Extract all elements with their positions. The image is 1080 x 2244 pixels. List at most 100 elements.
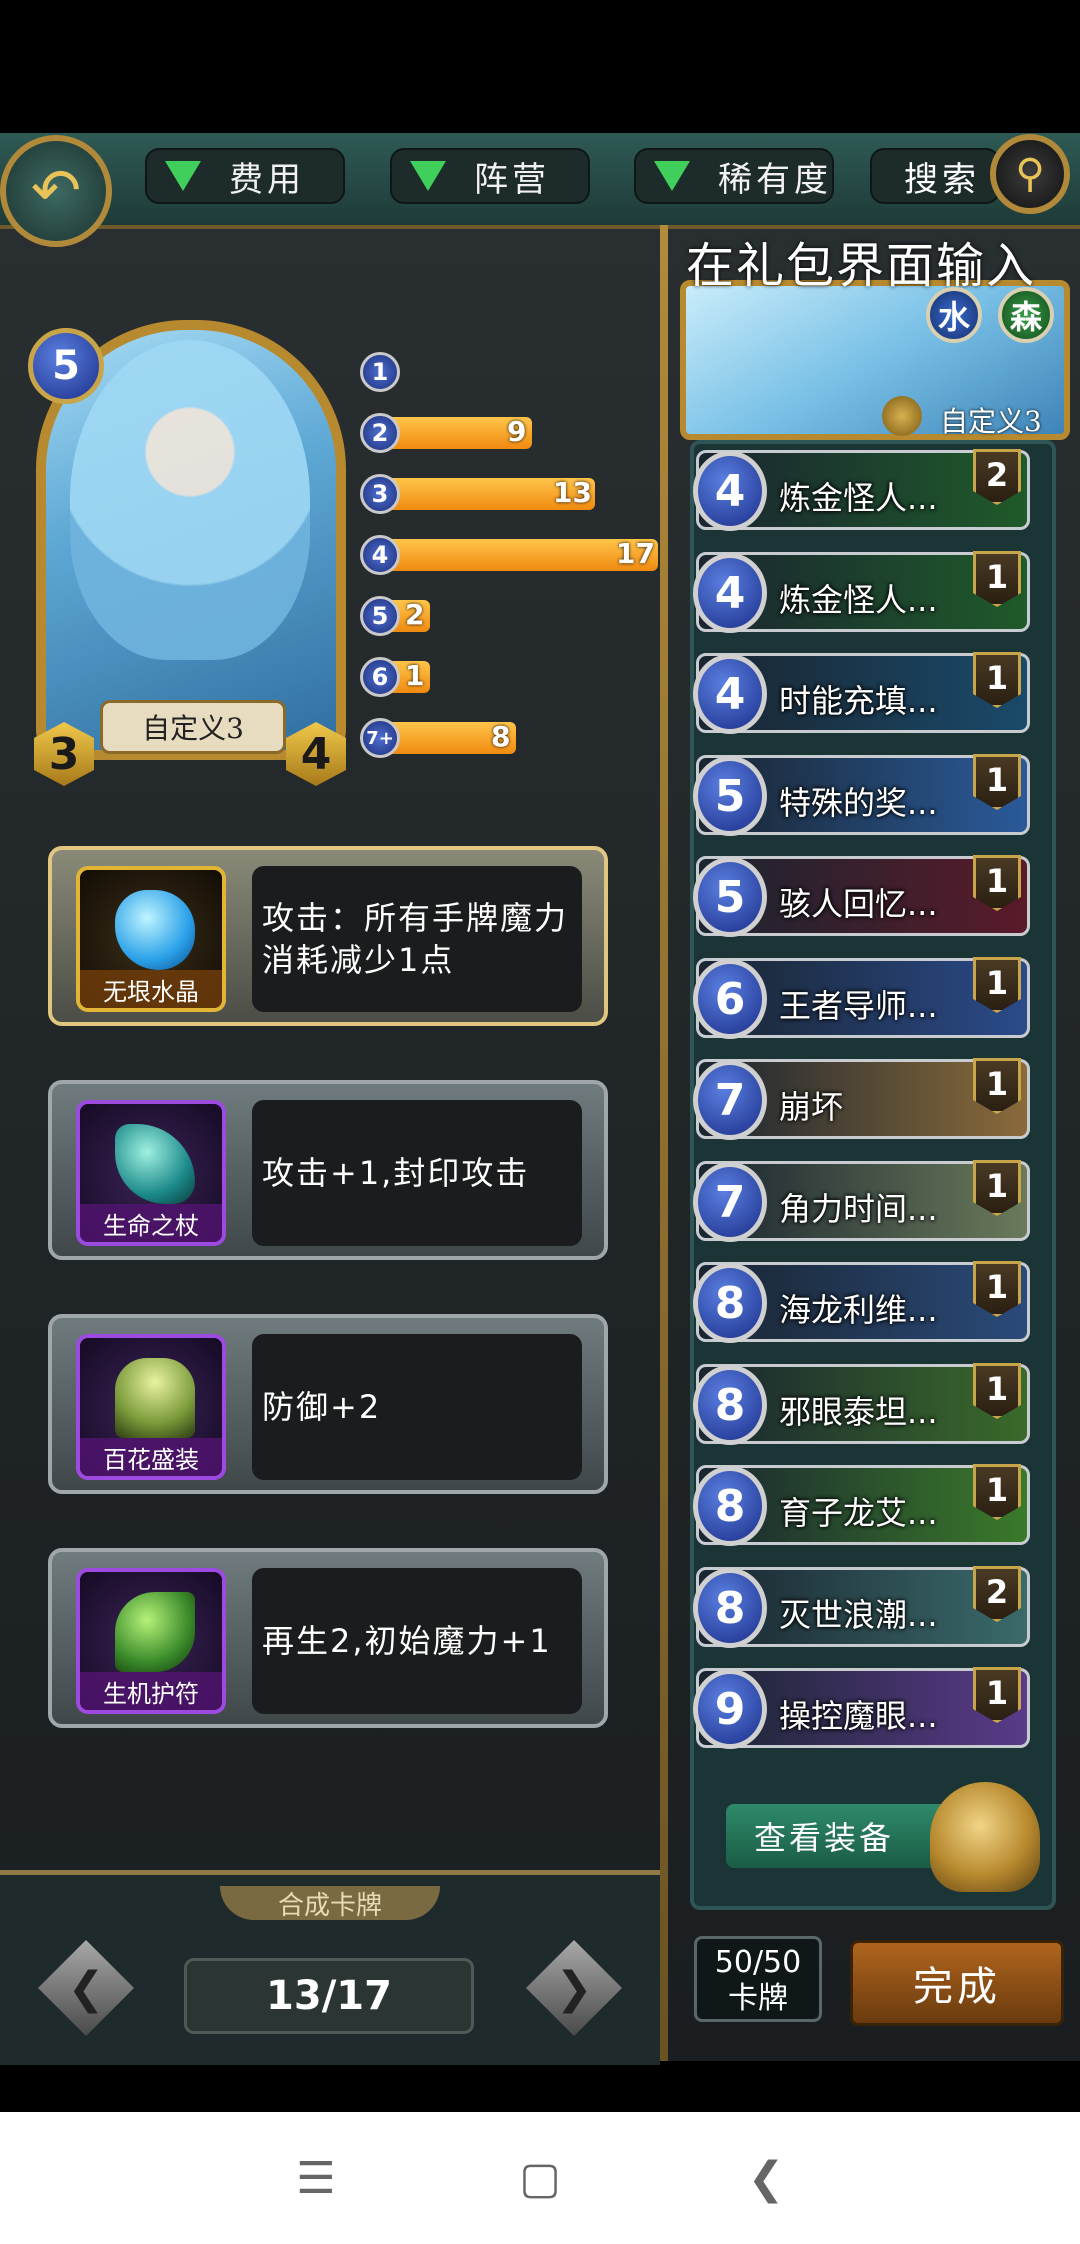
- chevron-right-icon: ❯: [555, 1962, 593, 2014]
- deck-card-row[interactable]: 时能充填... 1 4: [693, 652, 1030, 734]
- equipment-icon: 无垠水晶: [76, 866, 226, 1012]
- deck-card-row[interactable]: 特殊的奖... 1 5: [693, 754, 1030, 836]
- gear-icon[interactable]: [882, 396, 922, 436]
- card-quantity: 1: [973, 1261, 1021, 1317]
- card-count: 50/50 卡牌: [694, 1936, 822, 2022]
- curve-count: 13: [553, 476, 592, 509]
- equipment-slot[interactable]: 无垠水晶 攻击：所有手牌魔力消耗减少1点: [48, 846, 608, 1026]
- card-name: 炼金怪人...: [779, 479, 938, 517]
- equipment-slot[interactable]: 生命之杖 攻击+1,封印攻击: [48, 1080, 608, 1260]
- card-cost: 4: [693, 654, 767, 734]
- curve-row: 92: [360, 413, 660, 453]
- crystal-icon: [115, 890, 195, 970]
- curve-cost: 5: [360, 596, 400, 636]
- deck-card-row[interactable]: 炼金怪人... 1 4: [693, 551, 1030, 633]
- card-cost: 5: [693, 857, 767, 937]
- card-cost: 4: [693, 553, 767, 633]
- card-name: 育子龙艾...: [779, 1494, 938, 1532]
- card-quantity: 2: [973, 449, 1021, 505]
- curve-cost: 1: [360, 352, 400, 392]
- card-cost: 5: [693, 756, 767, 836]
- equipment-slot[interactable]: 百花盛装 防御+2: [48, 1314, 608, 1494]
- amulet-icon: [115, 1592, 195, 1672]
- card-cost: 9: [693, 1669, 767, 1749]
- curve-count: 8: [491, 720, 511, 753]
- card-quantity: 1: [973, 551, 1021, 607]
- hero-mana-orb: 5: [28, 328, 104, 404]
- forest-faction-icon: 森: [998, 287, 1054, 343]
- helmet-icon: [930, 1782, 1040, 1892]
- equipment-description: 攻击+1,封印攻击: [252, 1100, 582, 1246]
- card-quantity: 1: [973, 1058, 1021, 1114]
- home-icon[interactable]: ▢: [510, 2150, 570, 2206]
- card-name: 海龙利维...: [779, 1291, 938, 1329]
- hero-name: 自定义3: [100, 700, 286, 754]
- deck-card-row[interactable]: 操控魔眼... 1 9: [693, 1667, 1030, 1749]
- curve-count: 2: [405, 598, 425, 631]
- curve-cost: 4: [360, 535, 400, 575]
- equipment-icon: 百花盛装: [76, 1334, 226, 1480]
- deck-card-row[interactable]: 海龙利维... 1 8: [693, 1261, 1030, 1343]
- card-cost: 6: [693, 959, 767, 1039]
- dress-icon: [115, 1358, 195, 1438]
- curve-count: 9: [507, 415, 527, 448]
- curve-cost: 2: [360, 413, 400, 453]
- card-name: 时能充填...: [779, 682, 938, 720]
- faction-filter-button[interactable]: 阵营: [390, 148, 590, 204]
- dropdown-triangle-icon: [165, 161, 201, 191]
- curve-row: 1: [360, 352, 660, 392]
- deck-card-row[interactable]: 角力时间... 1 7: [693, 1160, 1030, 1242]
- curve-row: 16: [360, 657, 660, 697]
- menu-icon[interactable]: ☰: [286, 2150, 346, 2206]
- dropdown-triangle-icon: [654, 161, 690, 191]
- curve-cost: 3: [360, 474, 400, 514]
- card-name: 崩坏: [779, 1088, 844, 1126]
- filter-label: 稀有度: [718, 159, 832, 200]
- done-button[interactable]: 完成: [850, 1940, 1064, 2026]
- water-faction-icon: 水: [926, 287, 982, 343]
- synthesis-label[interactable]: 合成卡牌: [220, 1886, 440, 1920]
- tip-text: 在礼包界面输入: [686, 238, 1037, 294]
- card-cost: 4: [693, 451, 767, 531]
- deck-card-row[interactable]: 王者导师... 1 6: [693, 957, 1030, 1039]
- equipment-name: 生机护符: [80, 1672, 222, 1710]
- magnifier-icon[interactable]: ⚲: [990, 134, 1070, 214]
- equipment-description: 防御+2: [252, 1334, 582, 1480]
- deck-hero-name: 自定义3: [940, 405, 1042, 438]
- deck-card-row[interactable]: 育子龙艾... 1 8: [693, 1464, 1030, 1546]
- deck-card-row[interactable]: 灭世浪潮... 2 8: [693, 1566, 1030, 1648]
- equipment-name: 百花盛装: [80, 1438, 222, 1476]
- curve-cost: 6: [360, 657, 400, 697]
- equipment-description: 再生2,初始魔力+1: [252, 1568, 582, 1714]
- card-name: 角力时间...: [779, 1190, 938, 1228]
- card-quantity: 1: [973, 1363, 1021, 1419]
- deck-card-row[interactable]: 炼金怪人... 2 4: [693, 449, 1030, 531]
- card-quantity: 1: [973, 1464, 1021, 1520]
- card-quantity: 1: [973, 855, 1021, 911]
- card-cost: 8: [693, 1568, 767, 1648]
- card-name: 王者导师...: [779, 987, 938, 1025]
- filter-label: 阵营: [474, 159, 550, 200]
- card-cost: 8: [693, 1365, 767, 1445]
- rarity-filter-button[interactable]: 稀有度: [634, 148, 834, 204]
- card-cost: 8: [693, 1466, 767, 1546]
- curve-count: 1: [405, 659, 425, 692]
- deck-card-row[interactable]: 邪眼泰坦... 1 8: [693, 1363, 1030, 1445]
- deck-card-row[interactable]: 崩坏 1 7: [693, 1058, 1030, 1140]
- card-name: 灭世浪潮...: [779, 1596, 938, 1634]
- card-name: 特殊的奖...: [779, 784, 938, 822]
- card-quantity: 1: [973, 1160, 1021, 1216]
- cost-filter-button[interactable]: 费用: [145, 148, 345, 204]
- curve-row: 8 7+: [360, 718, 660, 758]
- card-quantity: 1: [973, 1667, 1021, 1723]
- back-button[interactable]: ↶: [0, 135, 112, 247]
- equipment-name: 无垠水晶: [80, 970, 222, 1008]
- card-count-value: 50/50: [714, 1945, 802, 1980]
- equipment-icon: 生命之杖: [76, 1100, 226, 1246]
- equipment-slot[interactable]: 生机护符 再生2,初始魔力+1: [48, 1548, 608, 1728]
- deck-card-row[interactable]: 骇人回忆... 1 5: [693, 855, 1030, 937]
- search-button[interactable]: 搜索: [870, 148, 1000, 204]
- card-cost: 8: [693, 1263, 767, 1343]
- card-name: 操控魔眼...: [779, 1697, 938, 1735]
- back-icon[interactable]: ❮: [736, 2150, 796, 2206]
